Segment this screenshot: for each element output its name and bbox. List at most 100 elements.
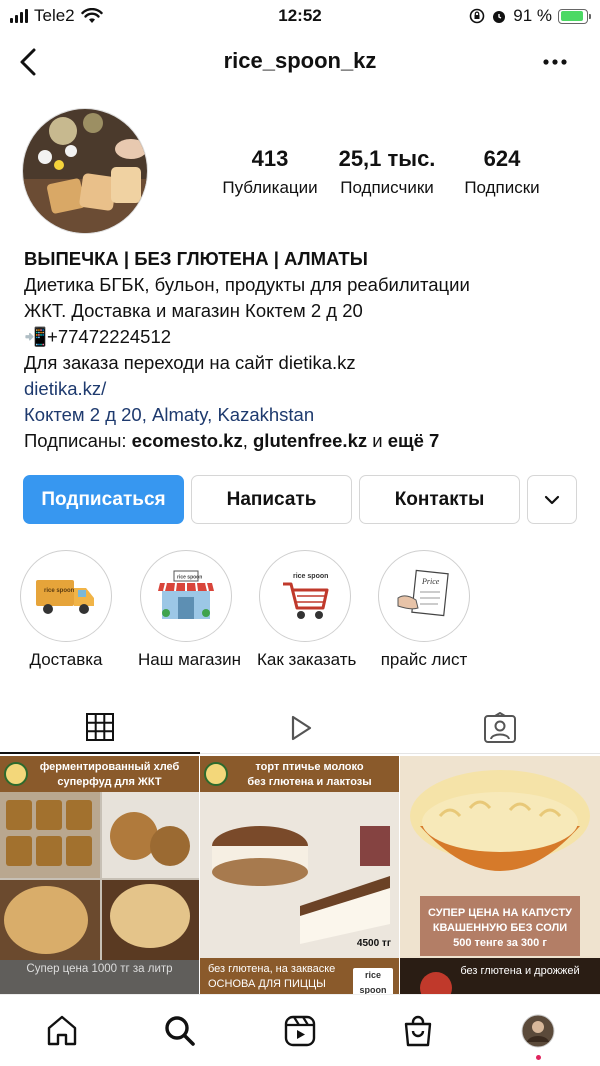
bio-phone: 📲+77472224512 — [24, 326, 172, 347]
status-bar: Tele2 12:52 91 % — [0, 0, 600, 32]
posts-label: Публикации — [222, 178, 318, 197]
follow-button[interactable]: Подписаться — [23, 475, 184, 524]
followed-by-account-1: ecomesto.kz — [131, 430, 243, 451]
profile-bio: ВЫПЕЧКА | БЕЗ ГЛЮТЕНА | АЛМАТЫ Диетика Б… — [24, 246, 584, 454]
profile-avatar[interactable] — [22, 108, 148, 234]
bio-line-2: ЖКТ. Доставка и магазин Коктем 2 д 20 — [24, 300, 363, 321]
highlight-cover: rice spoon — [140, 550, 232, 642]
profile-tabs — [0, 702, 600, 754]
play-icon — [291, 715, 312, 741]
reels-icon — [284, 1015, 316, 1047]
post-top-caption-2: без глютена и лактозы — [247, 776, 372, 788]
chevron-down-icon — [544, 495, 560, 504]
post-tile[interactable]: ферментированный хлеб суперфуд для ЖКТ С… — [0, 756, 199, 994]
avatar-photo — [23, 109, 147, 233]
post-price: 4500 тг — [356, 938, 391, 949]
highlight-store[interactable]: rice spoon Наш магазин — [138, 550, 242, 670]
price-list-icon: Price — [397, 569, 449, 617]
profile-username: rice_spoon_kz — [223, 48, 377, 73]
post-image — [400, 756, 600, 994]
post-image — [0, 756, 199, 994]
highlight-cover: rice spoon — [259, 550, 351, 642]
suggested-accounts-button[interactable] — [527, 475, 577, 524]
battery-fill — [560, 11, 584, 21]
nav-reels[interactable] — [280, 1011, 320, 1051]
followers-count: 25,1 тыс. — [338, 146, 436, 171]
highlight-badge-3: rice spoon — [293, 573, 328, 580]
bio-line-4: Для заказа переходи на сайт dietika.kz — [24, 352, 356, 373]
bio-line-1: Диетика БГБК, бульон, продукты для реаби… — [24, 274, 470, 295]
profile-header: rice_spoon_kz — [0, 42, 600, 82]
tagged-icon — [484, 712, 516, 743]
post-overlay-caption-2: КВАШЕННУЮ БЕЗ СОЛИ — [432, 922, 568, 934]
notification-dot — [536, 1055, 541, 1060]
location-link[interactable]: Коктем 2 д 20, Almaty, Kazakhstan — [24, 402, 584, 428]
alarm-icon — [493, 11, 506, 23]
delivery-truck-icon: rice spoon — [36, 580, 94, 614]
following-count: 624 — [483, 146, 521, 171]
highlight-price-list[interactable]: Price прайс лист — [376, 550, 472, 670]
highlight-label: Как заказать — [257, 650, 357, 669]
nav-home[interactable] — [42, 1011, 82, 1051]
highlight-badge-4: Price — [421, 577, 440, 586]
nav-profile[interactable] — [518, 1011, 558, 1051]
highlight-label: Доставка — [29, 650, 103, 669]
followers-label: Подписчики — [340, 178, 434, 197]
posts-count: 413 — [251, 146, 289, 171]
website-link[interactable]: dietika.kz/ — [24, 376, 584, 402]
tab-tagged[interactable] — [400, 702, 600, 754]
highlight-delivery[interactable]: rice spoon Доставка — [18, 550, 114, 670]
post-top-caption-1: торт птичье молоко — [255, 761, 364, 773]
screen-lock-icon — [469, 8, 485, 24]
post-tile[interactable]: СУПЕР ЦЕНА НА КАПУСТУ КВАШЕННУЮ БЕЗ СОЛИ… — [400, 756, 600, 994]
post-image — [200, 756, 399, 994]
posts-grid: ферментированный хлеб суперфуд для ЖКТ С… — [0, 756, 600, 994]
followed-by-account-2: glutenfree.kz — [253, 430, 368, 451]
post-tile[interactable]: торт птичье молоко без глютена и лактозы… — [200, 756, 399, 994]
post-bottom-caption: без глютена и дрожжей — [460, 965, 580, 977]
nav-shop[interactable] — [398, 1011, 438, 1051]
followed-by[interactable]: Подписаны: ecomesto.kz, glutenfree.kz и … — [24, 428, 584, 454]
followed-by-separator: , — [242, 430, 253, 451]
highlight-label: Наш магазин — [138, 650, 242, 669]
shop-bag-icon — [404, 1015, 432, 1047]
shopping-cart-icon: rice spoon — [283, 573, 329, 619]
following-label: Подписки — [464, 178, 540, 197]
highlight-badge-1: rice spoon — [44, 588, 75, 594]
followed-by-prefix: Подписаны: — [24, 430, 132, 451]
battery-icon — [558, 8, 591, 24]
post-bottom-caption: Супер цена 1000 тг за литр — [26, 963, 173, 975]
tab-reels[interactable] — [200, 702, 400, 754]
nav-search[interactable] — [160, 1011, 200, 1051]
highlight-label: прайс лист — [380, 650, 468, 669]
battery-percent: 91 % — [513, 6, 552, 25]
post-top-caption-2: суперфуд для ЖКТ — [57, 776, 162, 788]
profile-display-name: ВЫПЕЧКА | БЕЗ ГЛЮТЕНА | АЛМАТЫ — [24, 248, 368, 269]
followed-by-more: ещё 7 — [387, 430, 440, 451]
home-icon — [47, 1015, 77, 1046]
followed-by-and: и — [367, 430, 388, 451]
tab-posts-grid[interactable] — [0, 702, 200, 754]
post-top-caption-1: ферментированный хлеб — [39, 761, 180, 773]
post-overlay-caption-1: СУПЕР ЦЕНА НА КАПУСТУ — [427, 907, 573, 919]
search-icon — [165, 1016, 195, 1046]
profile-avatar-small — [521, 1014, 555, 1048]
post-brand-logo: rice spoon — [353, 968, 393, 994]
contacts-button[interactable]: Контакты — [359, 475, 520, 524]
highlight-badge-2: rice spoon — [177, 575, 202, 581]
stat-posts[interactable]: 413 Публикации — [215, 146, 325, 198]
status-right-group: 91 % — [469, 6, 591, 26]
highlight-cover: rice spoon — [20, 550, 112, 642]
highlight-cover: Price — [378, 550, 470, 642]
post-bottom-caption-1: без глютена, на закваске — [208, 963, 336, 975]
post-overlay-caption-3: 500 тенге за 300 г — [453, 937, 547, 949]
highlight-how-to-order[interactable]: rice spoon Как заказать — [257, 550, 357, 670]
more-options-icon[interactable] — [540, 48, 570, 76]
store-front-icon: rice spoon — [158, 570, 214, 619]
bottom-navigation — [0, 994, 600, 1066]
message-button[interactable]: Написать — [191, 475, 352, 524]
grid-icon — [86, 713, 114, 741]
post-bottom-caption-2: ОСНОВА ДЛЯ ПИЦЦЫ — [208, 978, 326, 990]
stat-following[interactable]: 624 Подписки — [450, 146, 554, 198]
stat-followers[interactable]: 25,1 тыс. Подписчики — [330, 146, 444, 198]
